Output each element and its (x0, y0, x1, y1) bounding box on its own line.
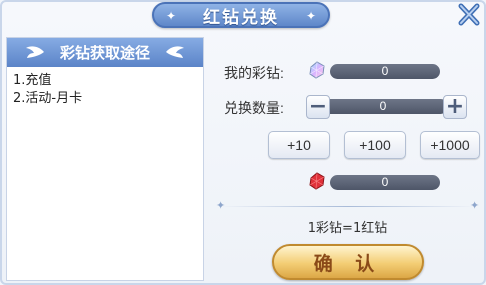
divider (220, 206, 475, 207)
add-1000-button[interactable]: +1000 (420, 131, 480, 159)
acquire-methods-title: 彩钻获取途径 (59, 44, 150, 62)
increase-button[interactable]: + (443, 95, 467, 119)
confirm-button[interactable]: 确 认 (272, 244, 424, 280)
wing-icon (166, 46, 184, 58)
my-gems-value: 0 (330, 64, 440, 79)
list-item: 2.活动-月卡 (13, 91, 83, 106)
sparkle-icon: ✦ (305, 9, 316, 23)
red-gem-icon (309, 172, 325, 190)
acquire-methods-list: 1.充值 2.活动-月卡 (7, 67, 203, 113)
rainbow-gem-icon (309, 61, 325, 79)
acquire-methods-header: 彩钻获取途径 (7, 38, 203, 67)
red-gems-value: 0 (330, 175, 440, 190)
sparkle-icon: ✦ (166, 9, 177, 23)
acquire-methods-panel: 彩钻获取途径 1.充值 2.活动-月卡 (6, 37, 204, 281)
exchange-quantity-label: 兑换数量: (224, 100, 284, 116)
confirm-label: 确 认 (313, 252, 383, 275)
dialog-title: 红钻兑换 (203, 7, 279, 28)
my-gems-label: 我的彩钻: (224, 65, 284, 81)
decrease-button[interactable]: − (306, 95, 330, 119)
exchange-quantity-input[interactable]: 0 (318, 99, 448, 114)
close-icon[interactable] (456, 2, 482, 28)
add-10-button[interactable]: +10 (268, 131, 330, 159)
wing-icon (26, 46, 44, 58)
exchange-rate-text: 1彩钻=1红钻 (307, 221, 388, 236)
sparkle-icon: ✦ (470, 199, 480, 212)
add-100-button[interactable]: +100 (344, 131, 406, 159)
title-banner: ✦ 红钻兑换 ✦ (152, 2, 330, 28)
sparkle-icon: ✦ (216, 199, 226, 212)
list-item: 1.充值 (13, 73, 52, 88)
